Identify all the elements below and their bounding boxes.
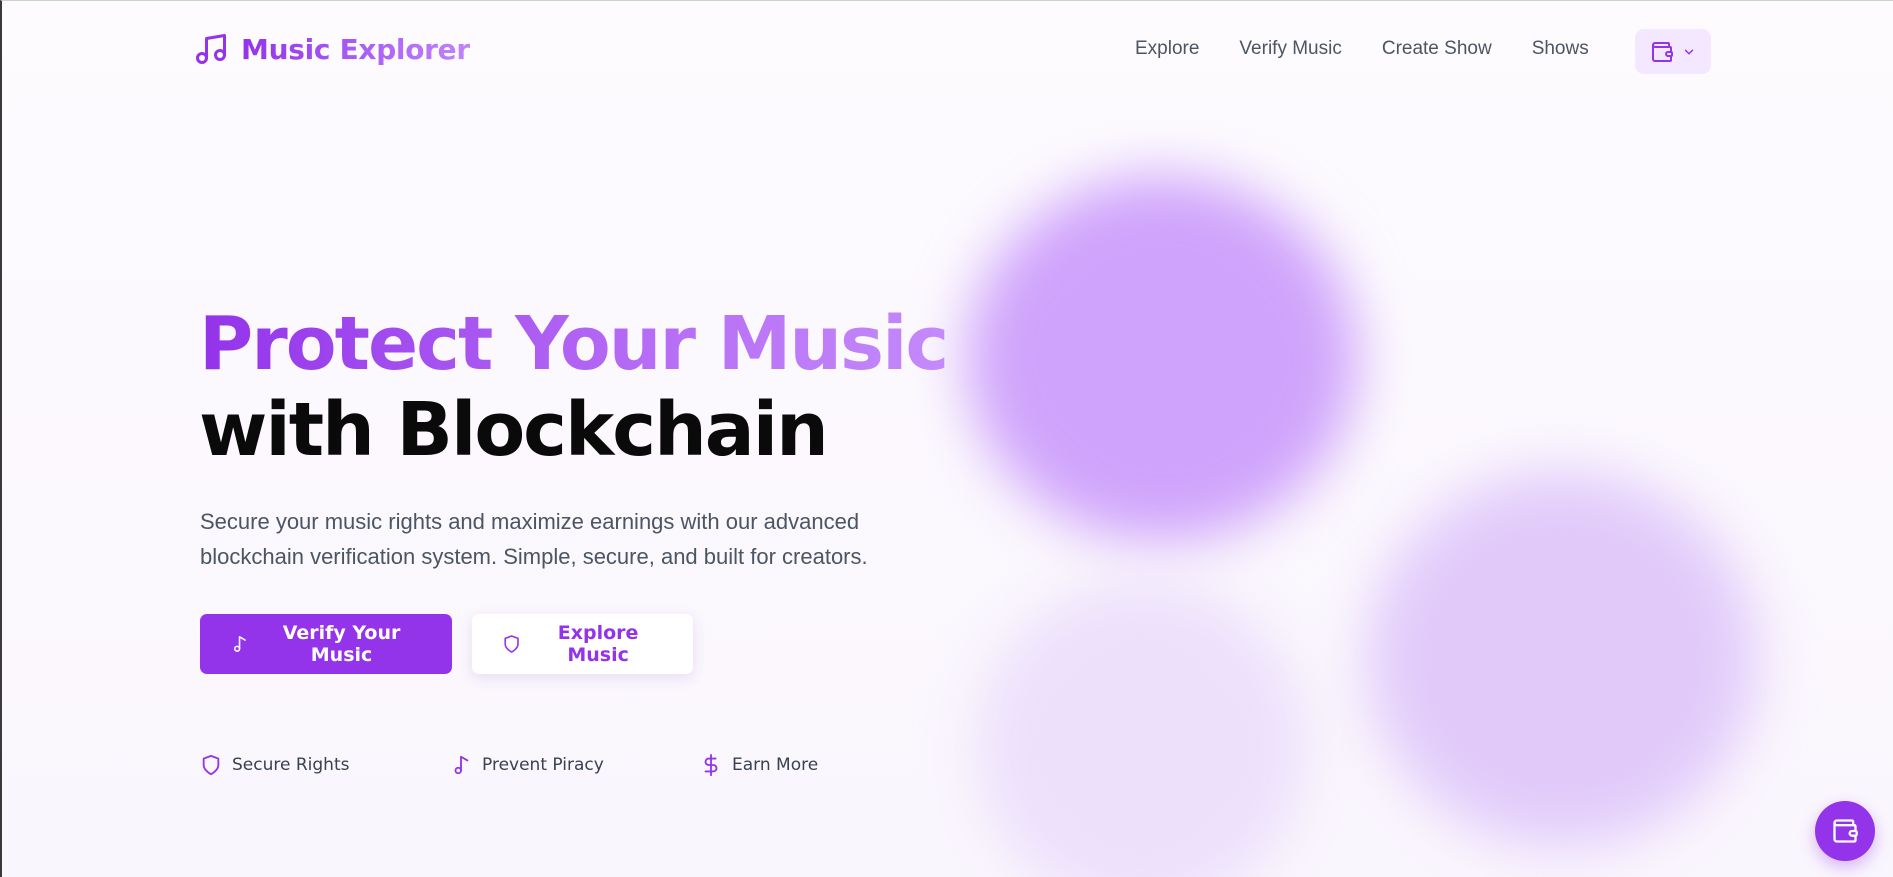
feature-label: Earn More <box>732 755 819 775</box>
dollar-icon <box>704 754 718 776</box>
verify-your-music-button[interactable]: Verify Your Music <box>200 614 452 674</box>
feature-label: Prevent Piracy <box>482 755 604 775</box>
music-note-icon <box>196 34 226 64</box>
top-navbar: Music Explorer Explore Verify Music Crea… <box>2 1 1893 101</box>
nav-link-create-show[interactable]: Create Show <box>1382 38 1492 60</box>
hero-description: Secure your music rights and maximize ea… <box>200 509 868 569</box>
decorative-blob-right <box>1367 471 1757 846</box>
brand-logo[interactable]: Music Explorer <box>193 31 470 67</box>
decorative-blob-top <box>967 176 1357 541</box>
verify-your-music-label: Verify Your Music <box>282 622 401 666</box>
music-note-icon <box>454 755 469 775</box>
wallet-icon <box>1652 41 1673 62</box>
explore-music-label: Explore Music <box>557 622 639 666</box>
nav-link-verify-music[interactable]: Verify Music <box>1239 38 1341 60</box>
shield-icon <box>504 635 519 653</box>
wallet-icon <box>1833 819 1858 843</box>
decorative-blob-bottom <box>977 581 1307 877</box>
feature-earn-more: Earn More <box>700 754 818 776</box>
hero-title-line-1: Protect Your Music <box>199 301 949 387</box>
nav-link-shows[interactable]: Shows <box>1532 38 1589 60</box>
page-frame: Music Explorer Explore Verify Music Crea… <box>0 0 1893 877</box>
feature-prevent-piracy: Prevent Piracy <box>450 754 700 776</box>
feature-secure-rights: Secure Rights <box>200 754 450 776</box>
nav-link-explore[interactable]: Explore <box>1135 38 1199 60</box>
hero-title-line-2: with Blockchain <box>199 387 829 473</box>
floating-wallet-button[interactable] <box>1815 801 1875 861</box>
shield-icon <box>202 754 220 776</box>
music-note-icon <box>233 636 246 652</box>
wallet-menu-button[interactable] <box>1635 29 1711 74</box>
explore-music-button[interactable]: Explore Music <box>472 614 693 674</box>
hero-title: Protect Your Music with Blockchain <box>199 301 949 473</box>
nav-links: Explore Verify Music Create Show Shows <box>1135 38 1589 60</box>
chevron-down-icon <box>1684 49 1694 54</box>
feature-label: Secure Rights <box>232 755 350 775</box>
brand-name: Music Explorer <box>241 32 470 66</box>
feature-list: Secure Rights Prevent Piracy Earn More <box>200 754 818 776</box>
